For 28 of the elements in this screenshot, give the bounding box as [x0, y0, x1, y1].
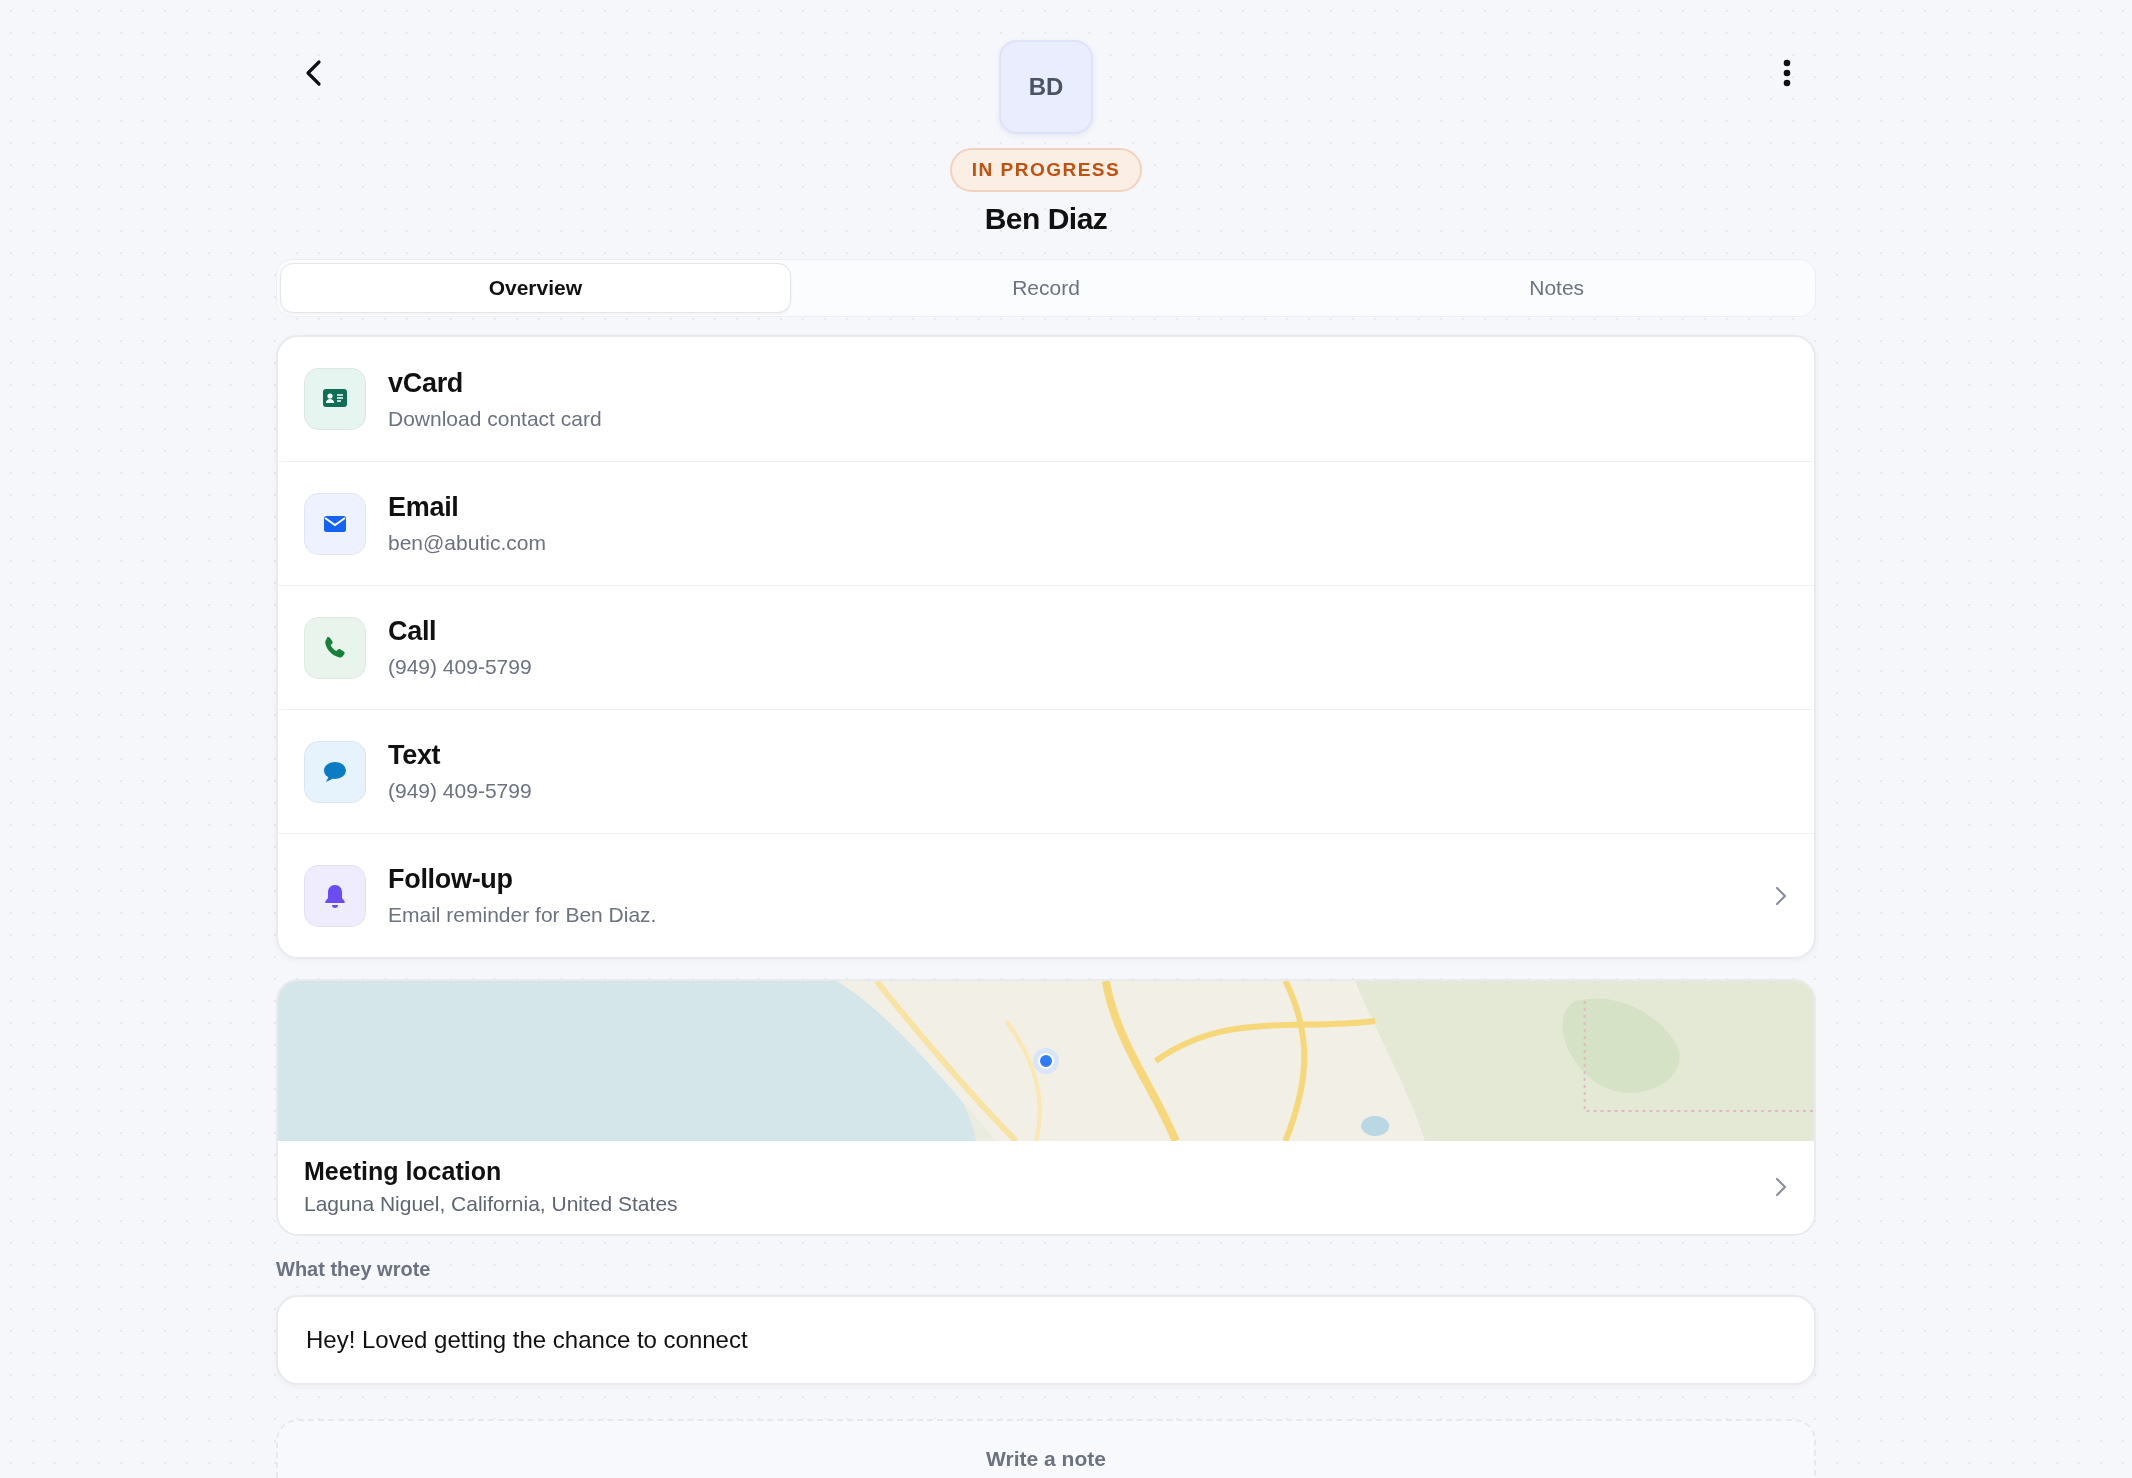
location-address: Laguna Niguel, California, United States	[304, 1192, 679, 1216]
action-title: Text	[388, 740, 442, 771]
note-field[interactable]: Write a note	[276, 1419, 1816, 1478]
action-row[interactable]: Call (949) 409-5799	[278, 585, 1814, 709]
action-row[interactable]: Follow-up Email reminder for Ben Diaz.	[278, 833, 1814, 957]
contact-name: Ben Diaz	[984, 202, 1108, 236]
tab[interactable]: Notes	[1301, 263, 1812, 313]
action-subtitle: (949) 409-5799	[388, 655, 533, 679]
action-title: Call	[388, 616, 438, 647]
location-card[interactable]: Meeting location Laguna Niguel, California, United States	[276, 979, 1816, 1236]
avatar: BD	[999, 40, 1093, 134]
action-subtitle: ben@abutic.com	[388, 531, 547, 555]
action-title: Email	[388, 492, 460, 523]
tab[interactable]: Record	[790, 263, 1302, 313]
location-title: Meeting location	[304, 1157, 503, 1186]
action-title: Follow-up	[388, 864, 514, 895]
action-subtitle: (949) 409-5799	[388, 779, 533, 803]
message-text: Hey! Loved getting the chance to connect	[276, 1295, 1816, 1385]
status-badge: IN PROGRESS	[949, 148, 1143, 192]
action-subtitle: Download contact card	[388, 406, 603, 431]
action-row[interactable]: vCard Download contact card	[278, 337, 1814, 461]
tab[interactable]: Overview	[280, 263, 791, 313]
action-subtitle: Email reminder for Ben Diaz.	[388, 903, 658, 927]
action-row[interactable]: Text (949) 409-5799	[278, 709, 1814, 833]
action-row[interactable]: Email ben@abutic.com	[278, 461, 1814, 585]
action-title: vCard	[388, 367, 465, 399]
chevron-right-icon	[1774, 1175, 1788, 1198]
section-label: What they wrote	[276, 1258, 432, 1281]
